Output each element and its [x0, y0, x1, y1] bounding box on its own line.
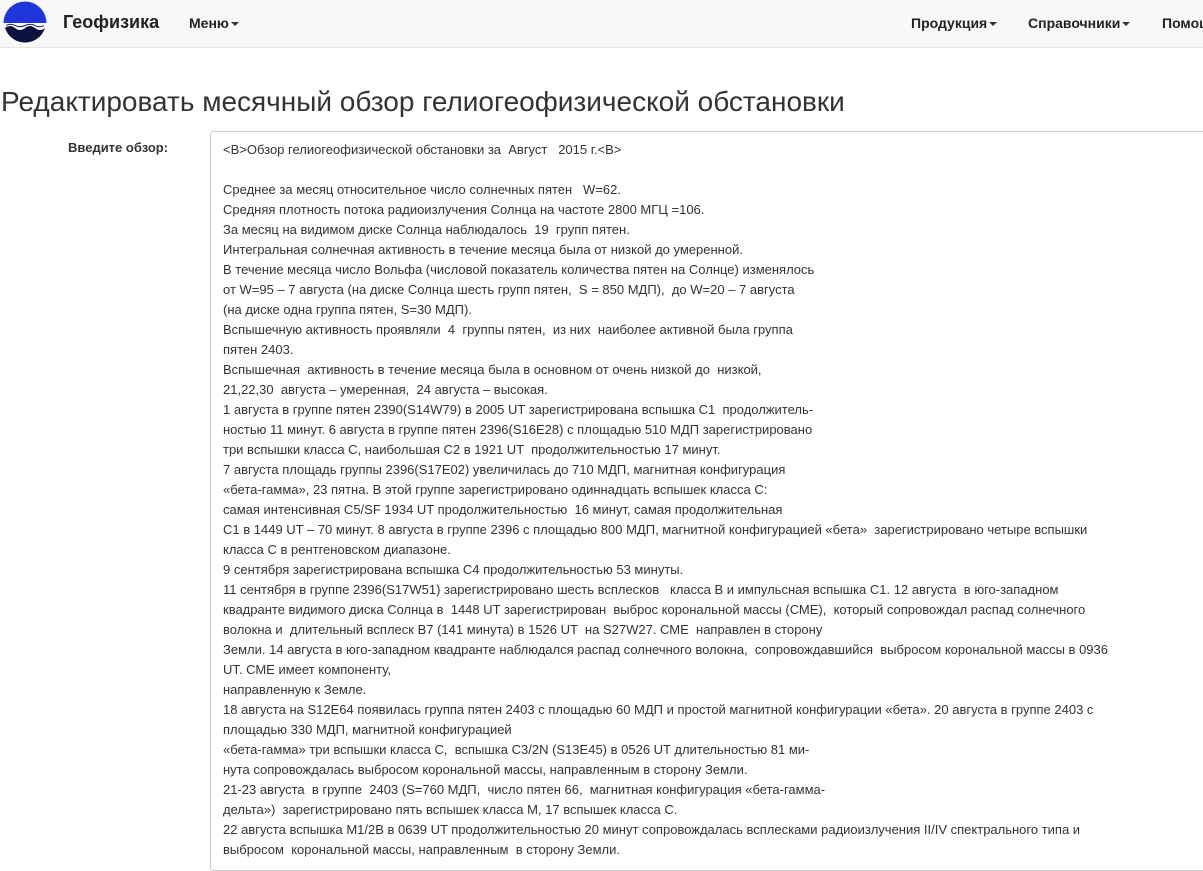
- references-dropdown-label: Справочники: [1028, 15, 1121, 31]
- review-text-line: «бета-гамма», 23 пятна. В этой группе за…: [223, 482, 768, 497]
- review-text-line: 11 сентября в группе 2396(S17W51) зареги…: [223, 582, 1059, 597]
- review-text-line: квадранте видимого диска Солнца в 1448 U…: [223, 602, 1086, 617]
- review-text-line: волокна и длительный всплеск В7 (141 мин…: [223, 622, 823, 637]
- page-title: Редактировать месячный обзор гелиогеофиз…: [1, 86, 845, 117]
- review-text-line: 7 августа площадь группы 2396(S17E02) ув…: [223, 462, 786, 477]
- review-text-line: 21-23 августа в группе 2403 (S=760 МДП, …: [223, 782, 826, 797]
- caret-down-icon: [989, 22, 998, 27]
- review-text-line: 1 августа в группе пятен 2390(S14W79) в …: [223, 402, 814, 417]
- review-text-line: Вспышечную активность проявляли 4 группы…: [223, 322, 793, 337]
- top-navbar: Геофизика Меню Продукция Справочники Пом…: [0, 0, 1203, 48]
- review-text-line: Среднее за месяц относительное число сол…: [223, 182, 621, 197]
- help-dropdown-label: Помощь: [1162, 15, 1203, 31]
- review-text-line: ностью 11 минут. 6 августа в группе пяте…: [223, 422, 813, 437]
- review-text-line: 21,22,30 августа – умеренная, 24 августа…: [223, 382, 548, 397]
- brand-link[interactable]: Геофизика: [63, 12, 159, 33]
- review-text-line: от W=95 – 7 августа (на диске Солнца шес…: [223, 282, 795, 297]
- review-text-line: площадью 330 МДП, магнитной конфигурацие…: [223, 722, 512, 737]
- menu-dropdown-label: Меню: [189, 15, 229, 31]
- review-text-line: Средняя плотность потока радиоизлучения …: [223, 202, 705, 217]
- review-text-line: дельта») зарегистрировано пять вспышек к…: [223, 802, 678, 817]
- review-field-label: Введите обзор:: [68, 140, 169, 155]
- products-dropdown[interactable]: Продукция: [911, 15, 998, 31]
- review-text-line: 18 августа на S12E64 появилась группа пя…: [223, 702, 1094, 717]
- review-text-line: Вспышечная активность в течение месяца б…: [223, 362, 762, 377]
- review-text-line: три вспышки класса С, наибольшая С2 в 19…: [223, 442, 721, 457]
- review-text-line: За месяц на видимом диске Солнца наблюда…: [223, 222, 630, 237]
- review-text-line: 9 сентября зарегистрирована вспышка С4 п…: [223, 562, 684, 577]
- site-logo-icon[interactable]: [3, 1, 47, 45]
- review-text-line: нута сопровождалась выбросом корональной…: [223, 762, 748, 777]
- review-text-line: пятен 2403.: [223, 342, 294, 357]
- caret-down-icon: [1122, 22, 1131, 27]
- review-text-line: UT. СМЕ имеет компоненту,: [223, 662, 392, 677]
- review-text-line: «бета-гамма» три вспышки класса С, вспыш…: [223, 742, 810, 757]
- review-text-line: 22 августа вспышка М1/2В в 0639 UT продо…: [223, 822, 1081, 837]
- review-text-line: направленную к Земле.: [223, 682, 367, 697]
- caret-down-icon: [230, 22, 239, 27]
- review-textarea[interactable]: <B>Обзор гелиогеофизической обстановки з…: [210, 131, 1203, 871]
- review-text-line: Земли. 14 августа в юго-западном квадран…: [223, 642, 1108, 657]
- products-dropdown-label: Продукция: [911, 15, 988, 31]
- review-text-line: класса С в рентгеновском диапазоне.: [223, 542, 451, 557]
- review-text-line: Интегральная солнечная активность в тече…: [223, 242, 743, 257]
- review-text-line: В течение месяца число Вольфа (числовой …: [223, 262, 815, 277]
- review-text-line: <B>Обзор гелиогеофизической обстановки з…: [223, 142, 622, 157]
- review-text-line: [223, 160, 1203, 180]
- review-text-line: (на диске одна группа пятен, S=30 МДП).: [223, 302, 472, 317]
- help-dropdown[interactable]: Помощь: [1162, 15, 1203, 31]
- review-text-line: самая интенсивная С5/SF 1934 UT продолжи…: [223, 502, 783, 517]
- review-text-line: выбросом корональной массы, направленным…: [223, 842, 620, 857]
- menu-dropdown[interactable]: Меню: [189, 15, 239, 31]
- references-dropdown[interactable]: Справочники: [1028, 15, 1131, 31]
- review-text-line: С1 в 1449 UT – 70 минут. 8 августа в гру…: [223, 522, 1088, 537]
